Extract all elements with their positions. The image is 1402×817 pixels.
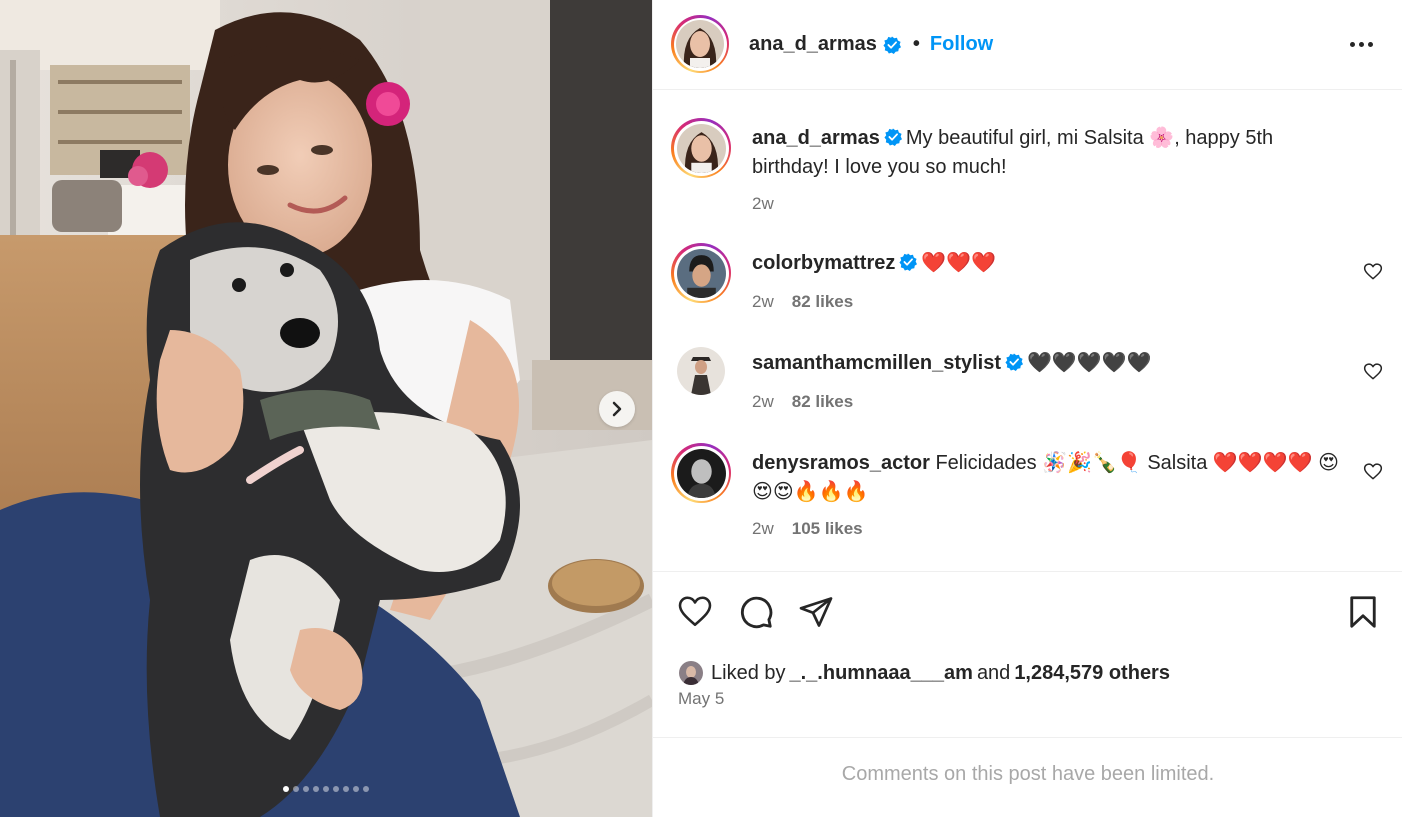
caption-time[interactable]: 2w	[752, 194, 774, 214]
next-slide-button[interactable]	[599, 391, 635, 427]
comment-time[interactable]: 2w	[752, 292, 774, 312]
carousel-dot	[343, 786, 349, 792]
post-photo[interactable]	[0, 0, 652, 817]
comment-time[interactable]: 2w	[752, 392, 774, 412]
caption: ana_d_armas My beautiful girl, mi Salsita…	[671, 118, 1391, 218]
avatar-photo	[679, 661, 703, 685]
heart-outline-icon[interactable]	[1363, 462, 1383, 482]
heart-outline-icon[interactable]	[1363, 362, 1383, 382]
liked-by-and: and	[976, 661, 1011, 684]
carousel-indicator	[0, 786, 652, 792]
commenter-avatar[interactable]	[671, 443, 731, 503]
comment-text: colorbymattrez ❤️❤️❤️	[752, 249, 1352, 278]
comment-username[interactable]: colorbymattrez	[752, 252, 895, 274]
carousel-dot	[363, 786, 369, 792]
caption-text: ana_d_armas My beautiful girl, mi Salsita…	[752, 124, 1352, 182]
carousel-dot	[323, 786, 329, 792]
comment-time[interactable]: 2w	[752, 519, 774, 539]
verified-badge-icon	[884, 128, 902, 146]
comment-username[interactable]: samanthamcmillen_stylist	[752, 352, 1001, 374]
comment-likes[interactable]: 105 likes	[792, 519, 863, 539]
comment-bubble-icon[interactable]	[738, 594, 774, 630]
comment-body: 🖤🖤🖤🖤🖤	[1027, 352, 1152, 374]
post-header: ana_d_armas • Follow	[653, 0, 1402, 90]
carousel-dot	[313, 786, 319, 792]
bookmark-icon[interactable]	[1345, 594, 1381, 630]
comment-meta: 2w 82 likes	[752, 292, 853, 312]
verified-badge-icon	[899, 253, 918, 271]
liked-by-user[interactable]: _._.humnaaa___am	[790, 662, 973, 685]
more-horizontal-icon	[1349, 41, 1355, 47]
comment-item: denysramos_actor Felicidades 🪅🎉🍾🎈 Salsit…	[671, 443, 1391, 553]
comment-username[interactable]: denysramos_actor	[752, 452, 930, 474]
avatar-photo	[676, 448, 726, 498]
author-avatar[interactable]	[671, 15, 729, 73]
paper-plane-icon[interactable]	[798, 594, 834, 630]
photo-woman-hugging-dog	[0, 0, 652, 817]
post-side-panel: ana_d_armas • Follow ana_d_armas My beau…	[652, 0, 1402, 817]
heart-outline-icon[interactable]	[1363, 262, 1383, 282]
follow-button[interactable]: Follow	[930, 33, 993, 56]
comment-body: ❤️❤️❤️	[921, 252, 997, 274]
author-line: ana_d_armas • Follow	[749, 33, 993, 56]
comment-meta: 2w 105 likes	[752, 519, 863, 539]
chevron-right-icon	[612, 401, 622, 417]
avatar-photo	[676, 20, 724, 68]
comment-item: samanthamcmillen_stylist 🖤🖤🖤🖤🖤 2w 82 like…	[671, 343, 1391, 433]
carousel-dot	[283, 786, 289, 792]
comment-text: denysramos_actor Felicidades 🪅🎉🍾🎈 Salsit…	[752, 449, 1352, 507]
comments-limited-notice: Comments on this post have been limited.	[653, 737, 1402, 817]
caption-meta: 2w	[752, 194, 774, 214]
liker-avatar[interactable]	[677, 659, 705, 687]
more-options-button[interactable]	[1347, 32, 1375, 56]
carousel-dot	[303, 786, 309, 792]
post-date[interactable]: May 5	[678, 689, 724, 709]
avatar-photo	[676, 248, 726, 298]
likes-count[interactable]: 1,284,579 others	[1014, 662, 1170, 685]
commenter-avatar[interactable]	[671, 243, 731, 303]
heart-outline-icon[interactable]	[677, 594, 713, 630]
comment-text: samanthamcmillen_stylist 🖤🖤🖤🖤🖤	[752, 349, 1352, 378]
post-actions: Liked by _._.humnaaa___am and 1,284,579 …	[653, 571, 1402, 737]
avatar-photo	[676, 123, 726, 173]
carousel-dot	[333, 786, 339, 792]
liked-by-prefix: Liked by	[711, 661, 786, 684]
verified-badge-icon	[1005, 353, 1023, 371]
author-username[interactable]: ana_d_armas	[749, 33, 877, 56]
separator-dot: •	[912, 33, 920, 55]
commenter-avatar[interactable]	[677, 347, 725, 395]
comment-likes[interactable]: 82 likes	[792, 392, 853, 412]
caption-avatar[interactable]	[671, 118, 731, 178]
avatar-photo	[677, 347, 725, 395]
carousel-dot	[353, 786, 359, 792]
comment-item: colorbymattrez ❤️❤️❤️ 2w 82 likes	[671, 243, 1391, 333]
liked-by-line: Liked by _._.humnaaa___am and 1,284,579 …	[677, 659, 1170, 687]
verified-badge-icon	[883, 35, 901, 54]
comment-meta: 2w 82 likes	[752, 392, 853, 412]
carousel-dot	[293, 786, 299, 792]
comment-likes[interactable]: 82 likes	[792, 292, 853, 312]
caption-username[interactable]: ana_d_armas	[752, 127, 880, 149]
